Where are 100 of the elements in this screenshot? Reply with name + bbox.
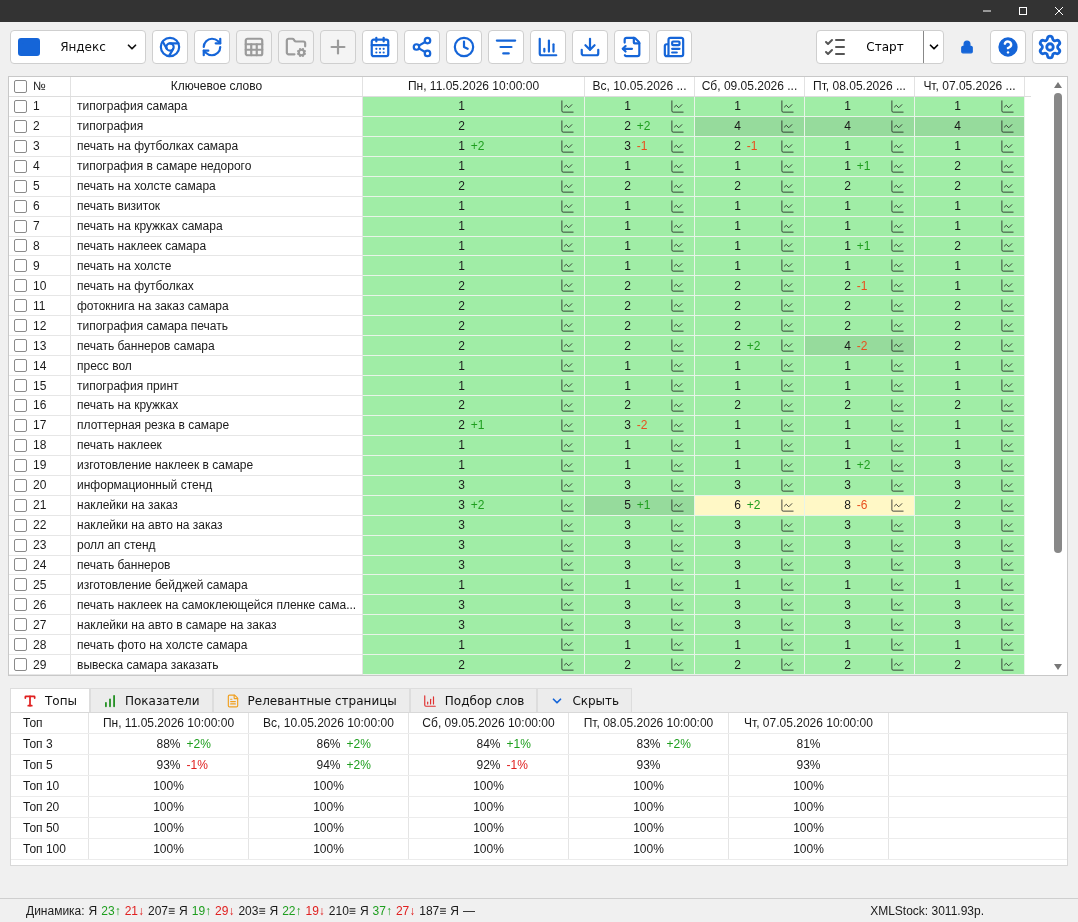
chart-icon[interactable] — [670, 138, 685, 154]
toolbar-button[interactable] — [656, 30, 692, 64]
toolbar-button[interactable] — [572, 30, 608, 64]
toolbar-button[interactable] — [362, 30, 398, 64]
chart-icon[interactable] — [1000, 298, 1015, 314]
chart-icon[interactable] — [1000, 158, 1015, 174]
chart-icon[interactable] — [780, 218, 795, 234]
chart-icon[interactable] — [1000, 238, 1015, 254]
panel-tab[interactable]: Скрыть — [537, 688, 633, 712]
panel-tab[interactable]: Показатели — [90, 688, 213, 712]
row-checkbox[interactable] — [14, 458, 27, 472]
settings-button[interactable] — [1032, 30, 1068, 64]
chart-icon[interactable] — [780, 417, 795, 433]
chart-icon[interactable] — [1000, 358, 1015, 374]
chart-icon[interactable] — [890, 497, 905, 513]
chart-icon[interactable] — [560, 437, 575, 453]
panel-tab[interactable]: Релевантные страницы — [212, 688, 410, 712]
chart-icon[interactable] — [1000, 537, 1015, 553]
chart-icon[interactable] — [1000, 258, 1015, 274]
chart-icon[interactable] — [670, 258, 685, 274]
chart-icon[interactable] — [560, 198, 575, 214]
select-all-checkbox[interactable] — [14, 79, 27, 93]
row-checkbox[interactable] — [14, 598, 27, 612]
chart-icon[interactable] — [780, 118, 795, 134]
chart-icon[interactable] — [560, 497, 575, 513]
chart-icon[interactable] — [670, 617, 685, 633]
row-checkbox[interactable] — [14, 638, 27, 652]
column-header[interactable]: Пт, 08.05.2026 ... — [805, 77, 915, 96]
chart-icon[interactable] — [890, 517, 905, 533]
chart-icon[interactable] — [670, 238, 685, 254]
chart-icon[interactable] — [780, 657, 795, 673]
chart-icon[interactable] — [670, 358, 685, 374]
chart-icon[interactable] — [670, 338, 685, 354]
toolbar-button[interactable] — [404, 30, 440, 64]
row-checkbox[interactable] — [14, 478, 27, 492]
chart-icon[interactable] — [1000, 218, 1015, 234]
chart-icon[interactable] — [780, 457, 795, 473]
row-checkbox[interactable] — [14, 299, 27, 313]
chart-icon[interactable] — [670, 98, 685, 114]
chart-icon[interactable] — [890, 358, 905, 374]
chart-icon[interactable] — [1000, 517, 1015, 533]
row-checkbox[interactable] — [14, 379, 27, 393]
toolbar-button[interactable] — [194, 30, 230, 64]
row-checkbox[interactable] — [14, 658, 27, 672]
chart-icon[interactable] — [780, 98, 795, 114]
chart-icon[interactable] — [890, 437, 905, 453]
chart-icon[interactable] — [890, 477, 905, 493]
chart-icon[interactable] — [560, 218, 575, 234]
chart-icon[interactable] — [1000, 98, 1015, 114]
chart-icon[interactable] — [1000, 198, 1015, 214]
chart-icon[interactable] — [780, 178, 795, 194]
chart-icon[interactable] — [780, 258, 795, 274]
chart-icon[interactable] — [780, 477, 795, 493]
chart-icon[interactable] — [560, 597, 575, 613]
chart-icon[interactable] — [670, 597, 685, 613]
chart-icon[interactable] — [780, 378, 795, 394]
chart-icon[interactable] — [780, 577, 795, 593]
chart-icon[interactable] — [1000, 397, 1015, 413]
chart-icon[interactable] — [890, 597, 905, 613]
chart-icon[interactable] — [890, 138, 905, 154]
chart-icon[interactable] — [560, 657, 575, 673]
chart-icon[interactable] — [890, 238, 905, 254]
column-header[interactable]: Сб, 09.05.2026 ... — [695, 77, 805, 96]
chart-icon[interactable] — [1000, 118, 1015, 134]
chart-icon[interactable] — [560, 358, 575, 374]
chart-icon[interactable] — [780, 358, 795, 374]
chart-icon[interactable] — [890, 298, 905, 314]
chart-icon[interactable] — [780, 437, 795, 453]
chart-icon[interactable] — [560, 138, 575, 154]
chart-icon[interactable] — [1000, 617, 1015, 633]
chart-icon[interactable] — [560, 258, 575, 274]
chart-icon[interactable] — [560, 537, 575, 553]
start-button[interactable]: Старт — [816, 30, 944, 64]
chart-icon[interactable] — [670, 198, 685, 214]
chart-icon[interactable] — [1000, 178, 1015, 194]
close-icon[interactable] — [1054, 6, 1064, 16]
chart-icon[interactable] — [890, 537, 905, 553]
chart-icon[interactable] — [560, 238, 575, 254]
chart-icon[interactable] — [1000, 577, 1015, 593]
toolbar-button[interactable] — [446, 30, 482, 64]
chart-icon[interactable] — [780, 517, 795, 533]
chart-icon[interactable] — [560, 118, 575, 134]
chart-icon[interactable] — [560, 338, 575, 354]
chart-icon[interactable] — [670, 178, 685, 194]
chart-icon[interactable] — [890, 98, 905, 114]
chart-icon[interactable] — [1000, 637, 1015, 653]
row-checkbox[interactable] — [14, 219, 27, 233]
chart-icon[interactable] — [560, 577, 575, 593]
chart-icon[interactable] — [670, 457, 685, 473]
scroll-up-icon[interactable] — [1053, 81, 1063, 89]
chart-icon[interactable] — [670, 517, 685, 533]
chart-icon[interactable] — [1000, 477, 1015, 493]
row-checkbox[interactable] — [14, 119, 27, 133]
chart-icon[interactable] — [560, 318, 575, 334]
chart-icon[interactable] — [780, 557, 795, 573]
scroll-down-icon[interactable] — [1053, 663, 1063, 671]
chart-icon[interactable] — [560, 278, 575, 294]
chart-icon[interactable] — [890, 637, 905, 653]
chart-icon[interactable] — [890, 158, 905, 174]
chart-icon[interactable] — [560, 477, 575, 493]
